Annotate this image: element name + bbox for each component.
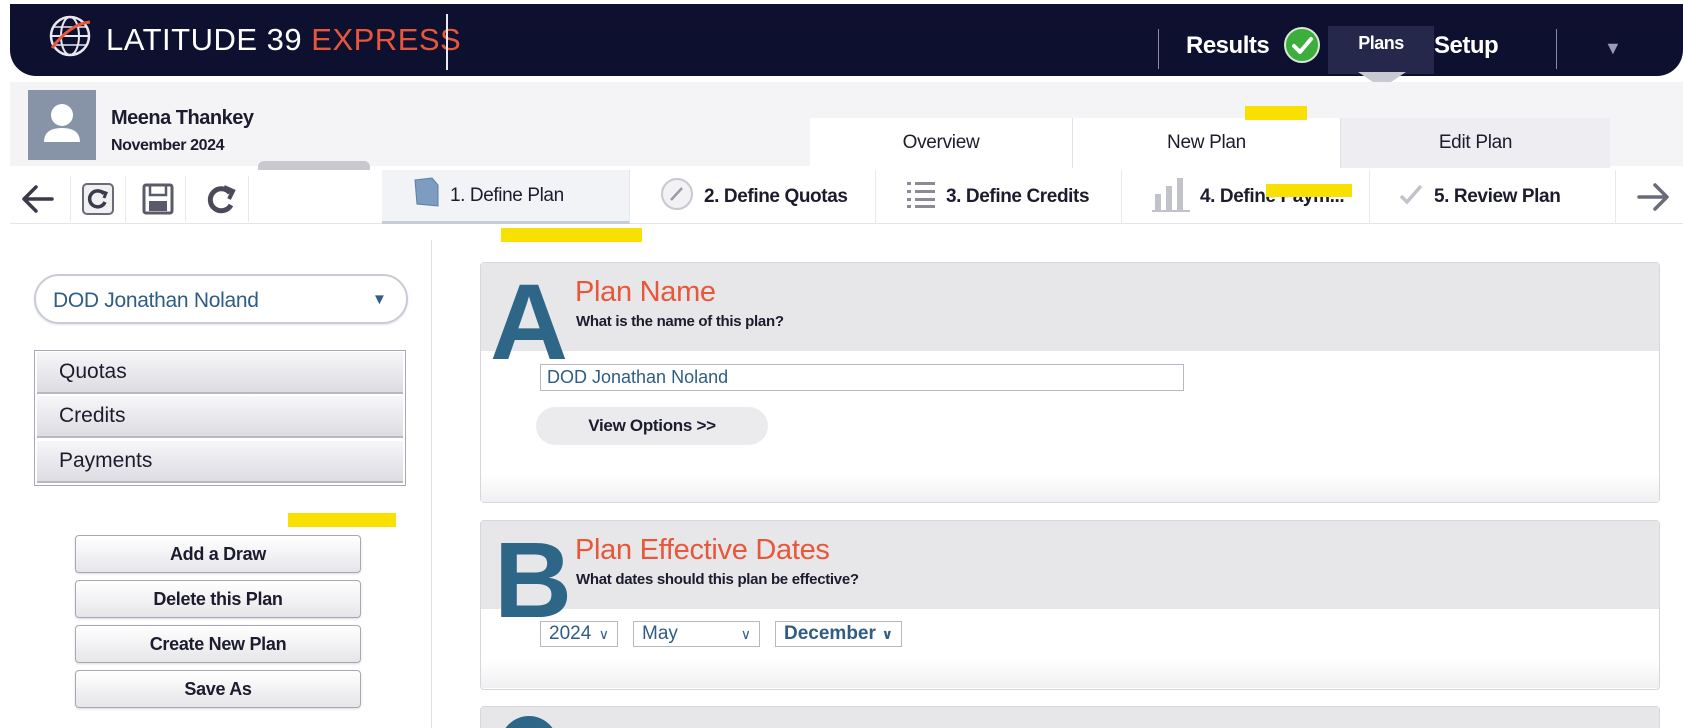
sidebar-item-payments[interactable]: Payments [37, 441, 403, 483]
step-define-plan[interactable]: 1. Define Plan [382, 170, 630, 224]
section-letter-a: A [490, 261, 568, 382]
nav-separator [1556, 29, 1557, 69]
nav-separator [1158, 29, 1159, 69]
check-circle-icon [1284, 27, 1320, 63]
user-name: Meena Thankey [111, 107, 254, 129]
document-icon [412, 177, 440, 214]
bar-chart-icon [1152, 176, 1190, 219]
step-define-quotas[interactable]: 2. Define Quotas [630, 170, 876, 224]
back-arrow-icon[interactable] [10, 176, 66, 222]
highlight-mark [501, 228, 642, 242]
step-review-plan[interactable]: 5. Review Plan [1370, 170, 1616, 224]
save-as-button[interactable]: Save As [75, 670, 361, 708]
logo-divider [446, 14, 448, 70]
list-icon [906, 179, 936, 216]
delete-plan-button[interactable]: Delete this Plan [75, 580, 361, 618]
plan-year-select[interactable]: 2024 ∨ [540, 621, 618, 647]
effective-dates-subtitle: What dates should this plan be effective… [576, 571, 859, 588]
nav-plans[interactable]: Plans [1328, 33, 1434, 54]
next-section-panel-header [481, 707, 1659, 728]
tab-edit-plan[interactable]: Edit Plan [1340, 118, 1610, 168]
caret-down-icon[interactable]: ▼ [372, 291, 387, 308]
highlight-mark [1266, 184, 1352, 197]
plan-year-value: 2024 [549, 623, 592, 644]
user-avatar-icon [44, 104, 80, 142]
chevron-down-icon: ∨ [598, 625, 609, 642]
sidebar-item-label: Quotas [59, 360, 127, 383]
nav-results[interactable]: Results [1186, 32, 1270, 60]
plan-name-panel-footer [481, 474, 1659, 502]
globe-logo-icon [49, 15, 91, 57]
save-disk-icon[interactable] [130, 176, 186, 222]
start-month-value: May [642, 623, 678, 644]
end-month-select[interactable]: December ∨ [775, 621, 902, 647]
tab-overview[interactable]: Overview [810, 118, 1072, 168]
plan-name-subtitle: What is the name of this plan? [576, 313, 784, 330]
nav-dropdown-icon[interactable]: ▼ [1604, 38, 1622, 59]
highlight-mark [288, 513, 396, 527]
refresh-page-icon[interactable] [70, 176, 126, 222]
chevron-down-icon: ∨ [881, 625, 893, 642]
brand-name-primary: LATITUDE 39 [106, 22, 303, 57]
current-period: November 2024 [111, 137, 225, 154]
highlight-mark [1245, 106, 1307, 120]
sidebar-item-quotas[interactable]: Quotas [37, 352, 403, 394]
step-define-plan-label: 1. Define Plan [450, 184, 564, 206]
section-letter-b: B [494, 519, 572, 640]
tab-edit-plan-label: Edit Plan [1438, 132, 1513, 153]
step-review-plan-label: 5. Review Plan [1434, 186, 1561, 207]
effective-dates-panel-footer [481, 660, 1659, 688]
avatar[interactable] [28, 90, 96, 160]
nav-setup[interactable]: Setup [1434, 32, 1499, 60]
sidebar-item-credits[interactable]: Credits [37, 396, 403, 438]
end-month-value: December [784, 623, 876, 644]
sidebar-item-label: Payments [59, 449, 153, 472]
view-options-button[interactable]: View Options >> [536, 407, 768, 445]
brand-name-accent: EXPRESS [311, 22, 462, 57]
brand-name[interactable]: LATITUDE 39 EXPRESS [106, 22, 461, 58]
step-define-payments[interactable]: 4. Define Paym... [1122, 170, 1370, 224]
sidebar-divider [431, 240, 432, 728]
checkmark-icon [1398, 182, 1424, 213]
effective-dates-title: Plan Effective Dates [575, 534, 830, 566]
tab-overview-label: Overview [902, 132, 980, 153]
plan-selector-value: DOD Jonathan Noland [53, 289, 259, 312]
tab-new-plan[interactable]: New Plan [1072, 118, 1340, 168]
step-define-quotas-label: 2. Define Quotas [704, 186, 848, 207]
plan-name-input[interactable] [540, 364, 1184, 391]
redo-icon[interactable] [193, 176, 249, 222]
step-define-credits[interactable]: 3. Define Credits [876, 170, 1122, 224]
tab-new-plan-label: New Plan [1167, 132, 1246, 153]
sidebar-item-label: Credits [59, 404, 126, 427]
next-arrow-icon[interactable] [1628, 172, 1678, 222]
gauge-icon [660, 177, 694, 218]
start-month-select[interactable]: May ∨ [633, 621, 760, 647]
step-define-credits-label: 3. Define Credits [946, 186, 1090, 207]
chevron-down-icon: ∨ [740, 625, 751, 642]
plan-name-title: Plan Name [575, 276, 716, 308]
create-new-plan-button[interactable]: Create New Plan [75, 625, 361, 663]
add-draw-button[interactable]: Add a Draw [75, 535, 361, 573]
